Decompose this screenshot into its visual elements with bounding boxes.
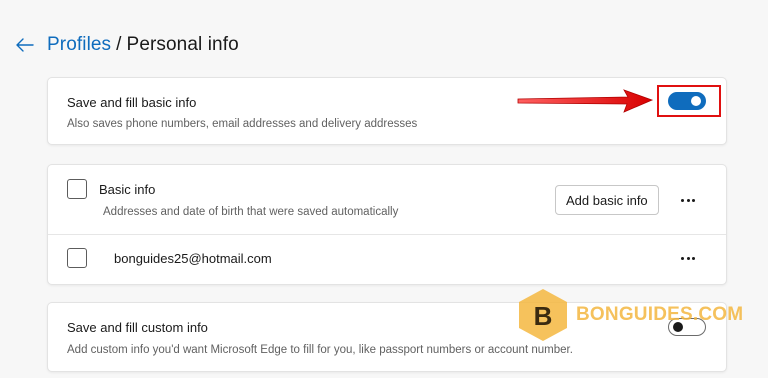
breadcrumb-profiles-link[interactable]: Profiles: [47, 34, 111, 55]
basic-fill-description: Also saves phone numbers, email addresse…: [67, 118, 418, 130]
basic-info-card: Basic info Addresses and date of birth t…: [47, 164, 727, 285]
breadcrumb: Profiles / Personal info: [47, 34, 239, 56]
back-button[interactable]: [14, 34, 36, 56]
annotation-highlight-box: [657, 85, 721, 117]
toggle-knob: [673, 322, 683, 332]
annotation-arrow-icon: [517, 89, 654, 113]
basic-fill-title: Save and fill basic info: [67, 95, 197, 110]
breadcrumb-separator: /: [116, 34, 122, 55]
row-divider: [48, 234, 726, 235]
page-header: Profiles / Personal info: [14, 32, 239, 58]
custom-fill-description: Add custom info you'd want Microsoft Edg…: [67, 344, 573, 356]
add-basic-info-button[interactable]: Add basic info: [555, 185, 659, 215]
basic-info-description: Addresses and date of birth that were sa…: [103, 206, 399, 218]
basic-info-title: Basic info: [99, 182, 156, 197]
entry-more-options-icon[interactable]: [676, 248, 700, 268]
entry-label: bonguides25@hotmail.com: [114, 251, 272, 266]
basic-info-checkbox[interactable]: [67, 179, 87, 199]
more-options-icon[interactable]: [676, 190, 700, 210]
page-title: Personal info: [126, 34, 239, 55]
custom-fill-toggle[interactable]: [668, 318, 706, 336]
arrow-left-icon: [16, 38, 34, 52]
custom-fill-title: Save and fill custom info: [67, 320, 208, 335]
custom-fill-card: Save and fill custom info Add custom inf…: [47, 302, 727, 372]
entry-checkbox[interactable]: [67, 248, 87, 268]
